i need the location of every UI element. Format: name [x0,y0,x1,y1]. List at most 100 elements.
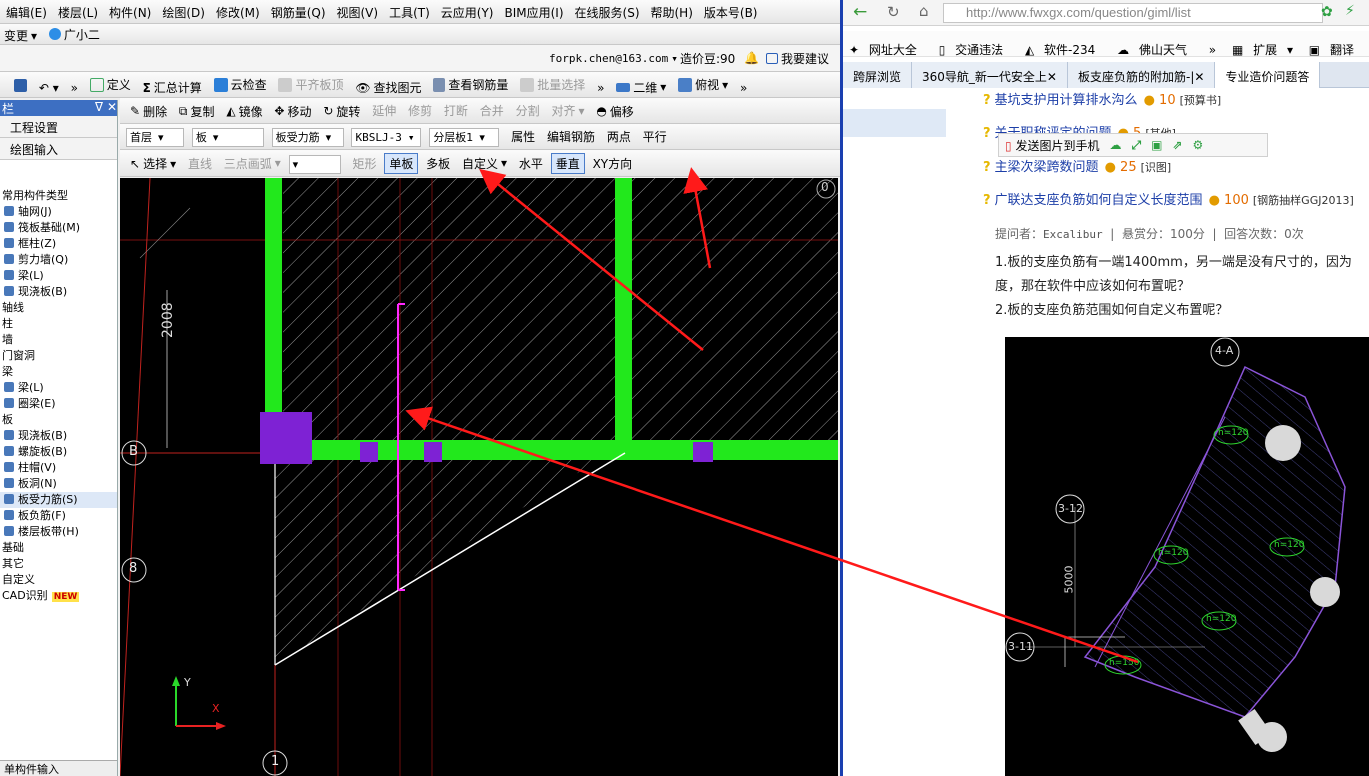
edit-rebar-button[interactable]: 编辑钢筋 [543,124,599,149]
tab-slab-rebar[interactable]: 板支座负筋的附加筋-|✕ [1067,62,1216,88]
bell-icon[interactable]: 🔔 [740,45,763,71]
horizontal-button[interactable]: 水平 [515,150,547,176]
back-icon[interactable]: ← [853,2,867,22]
menu-item-online[interactable]: 在线服务(S) [569,0,645,21]
tab-pro-qa[interactable]: 专业造价问题答 [1215,62,1321,88]
translate-button[interactable]: ▣ 翻译 [1309,36,1360,58]
tree-item[interactable]: 梁(L) [0,268,117,284]
tree-item[interactable]: 现浇板(B) [0,428,117,444]
bookmark-traffic[interactable]: ▯ 交通违法 [939,36,1009,58]
lightning-icon[interactable]: ⚡ [1345,3,1355,19]
more-bookmarks-icon[interactable]: » [1209,43,1216,57]
tree-item[interactable]: 常用构件类型 [0,188,117,204]
tree-item[interactable]: 圈梁(E) [0,396,117,412]
suggest-button[interactable]: 我要建议 [762,45,833,71]
tree-item[interactable]: 轴线 [0,300,117,316]
home-icon[interactable]: ⌂ [919,2,929,20]
vertical-button[interactable]: 垂直 [550,152,585,174]
account-dropdown[interactable]: forpk.chen@163.com ▾ [545,45,682,71]
find-element-button[interactable]: 👁 查找图元 [351,75,425,97]
tree-item[interactable]: 框柱(Z) [0,236,117,252]
line-button[interactable]: 直线 [184,150,216,176]
change-dropdown[interactable]: 变更 ▾ [0,26,41,45]
tree-item[interactable]: 轴网(J) [0,204,117,220]
tree-item[interactable]: 基础 [0,540,117,556]
tree-item[interactable]: 梁(L) [0,380,117,396]
view-rebar-button[interactable]: 查看钢筋量 [429,72,512,97]
define-button[interactable]: 定义 [86,72,135,97]
menu-item-bim[interactable]: BIM应用(I) [498,0,568,21]
more-chevron-icon[interactable]: » [736,75,751,97]
sum-calc-button[interactable]: Σ 汇总计算 [139,75,206,97]
tree-item[interactable]: 其它 [0,556,117,572]
custom-button[interactable]: 自定义 ▾ [458,150,511,176]
menu-item-modify[interactable]: 修改(M) [210,0,265,21]
asker-name[interactable]: Excalibur [1043,228,1103,241]
url-input[interactable]: http://www.fwxgx.com/question/giml/list [943,3,1323,23]
parallel-button[interactable]: 平行 [639,124,671,149]
menu-item-cloud[interactable]: 云应用(Y) [435,0,499,21]
menu-item-component[interactable]: 构件(N) [103,0,156,21]
menu-item-rebar[interactable]: 钢筋量(Q) [265,0,331,21]
send-to-phone-button[interactable]: ▯ 发送图片到手机 [1005,137,1099,154]
props-button[interactable]: 属性 [507,124,539,149]
view-2d-dropdown[interactable]: 二维 ▾ [612,75,670,98]
bookmark-weather[interactable]: ☁ 佛山天气 [1117,36,1193,58]
tree-item[interactable]: 板受力筋(S) [0,492,117,508]
cad-screenshot-image[interactable]: 4-A 3-12 3-11 5000 h=120 h=120 h=120 h=1… [1005,337,1369,776]
question-link[interactable]: ? 基坑支护用计算排水沟么 ● 10 [预算书] [983,89,1221,108]
offset-button[interactable]: ◓ 偏移 [592,99,638,124]
tree-item[interactable]: 板负筋(F) [0,508,117,524]
tree-item[interactable]: 门窗洞 [0,348,117,364]
save-icon[interactable] [0,73,31,98]
tree-item[interactable]: 现浇板(B) [0,284,117,300]
split-button[interactable]: 分割 [512,98,544,123]
save-image-icon[interactable]: ▣ [1151,138,1162,152]
align-button[interactable]: 对齐 ▾ [547,98,588,123]
tree-item[interactable]: 筏板基础(M) [0,220,117,236]
share-icon[interactable]: ⇗ [1172,138,1182,152]
question-link[interactable]: ? 广联达支座负筋如何自定义长度范围 ● 100 [钢筋抽样GGJ2013] [983,189,1354,208]
tree-item[interactable]: 剪力墙(Q) [0,252,117,268]
floor-select[interactable]: 首层 ▾ [126,127,184,147]
drawing-canvas[interactable]: 2008 B 8 1 Y X 0 [120,178,838,776]
mirror-button[interactable]: ◭ 镜像 [222,99,266,124]
more-chevron-icon[interactable]: » [67,75,82,97]
select-button[interactable]: ↖ 选择 ▾ [120,151,180,177]
tree-item[interactable]: CAD识别 NEW [0,588,117,604]
tree-item[interactable]: 柱 [0,316,117,332]
multi-slab-button[interactable]: 多板 [422,150,454,176]
flat-top-button[interactable]: 平齐板顶 [274,72,347,97]
bookmark-web-directory[interactable]: ✦ 网址大全 [849,36,923,58]
extensions-button[interactable]: ▦ 扩展 ▾ [1232,36,1293,58]
tree-item[interactable]: 自定义 [0,572,117,588]
tab-drawing-input[interactable]: 绘图输入 [0,138,117,160]
tree-item[interactable]: 柱帽(V) [0,460,117,476]
delete-button[interactable]: ✎ 删除 [120,99,171,124]
menu-item-help[interactable]: 帮助(H) [645,0,698,21]
view-mode-dropdown[interactable]: 俯视 ▾ [674,72,732,97]
arc-button[interactable]: 三点画弧 ▾ [220,150,285,176]
subcategory-select[interactable]: 板受力筋 ▾ [271,127,344,147]
tab-360-nav[interactable]: 360导航_新一代安全上✕ [912,62,1068,88]
cloud-icon[interactable]: ☁ [1109,138,1121,152]
menu-item-tools[interactable]: 工具(T) [383,0,435,21]
more-chevron-icon[interactable]: » [593,75,608,97]
batch-select-button[interactable]: 批量选择 [516,72,589,97]
tree-item[interactable]: 板 [0,412,117,428]
single-slab-button[interactable]: 单板 [384,152,419,174]
refresh-green-icon[interactable]: ✿ [1321,4,1333,20]
tree-item[interactable]: 螺旋板(B) [0,444,117,460]
two-point-button[interactable]: 两点 [603,124,635,149]
trim-button[interactable]: 修剪 [404,98,436,123]
menu-item-version[interactable]: 版本号(B) [698,0,763,21]
cloud-check-button[interactable]: 云检查 [210,72,271,97]
assistant-link[interactable]: 广小二 [45,24,104,44]
tree-item[interactable]: 板洞(N) [0,476,117,492]
xy-direction-button[interactable]: XY方向 [589,150,637,176]
category-select[interactable]: 板 ▾ [191,127,264,147]
single-component-input[interactable]: 单构件输入 [0,760,117,776]
tree-item[interactable]: 梁 [0,364,117,380]
bookmark-software[interactable]: ◭ 软件-234 [1025,36,1101,58]
merge-button[interactable]: 合并 [476,98,508,123]
